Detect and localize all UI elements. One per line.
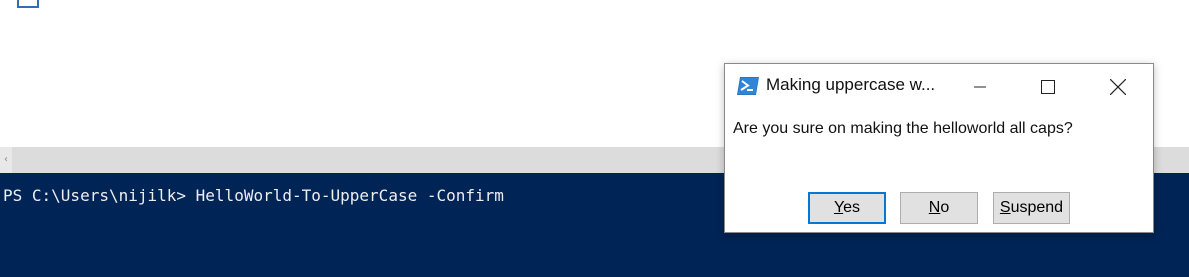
console-command-line: PS C:\Users\nijilk> HelloWorld-To-UpperC…: [3, 186, 504, 205]
suspend-rest: uspend: [1010, 199, 1064, 216]
no-rest: o: [940, 199, 950, 216]
yes-accel: Y: [833, 199, 844, 216]
dialog-message: Are you sure on making the helloworld al…: [733, 120, 1073, 137]
powershell-icon: [736, 75, 760, 97]
maximize-button[interactable]: [1025, 64, 1071, 110]
suspend-button[interactable]: Suspend: [993, 192, 1070, 224]
confirm-dialog: Making uppercase w... Are you sure on ma…: [724, 63, 1154, 233]
dialog-title: Making uppercase w...: [766, 75, 936, 94]
close-icon: [1110, 79, 1126, 95]
maximize-icon: [1041, 80, 1055, 94]
close-button[interactable]: [1095, 64, 1141, 110]
minimize-button[interactable]: [957, 64, 1003, 110]
chevron-left-icon[interactable]: ‹: [0, 147, 12, 173]
suspend-accel: S: [999, 199, 1011, 216]
yes-button[interactable]: Yes: [808, 192, 886, 224]
no-button[interactable]: No: [900, 192, 978, 224]
dialog-titlebar[interactable]: Making uppercase w...: [725, 64, 1153, 110]
no-accel: N: [928, 199, 941, 216]
minimize-icon: [974, 86, 986, 88]
yes-rest: es: [843, 199, 861, 216]
editor-margin-marker: [17, 0, 39, 8]
